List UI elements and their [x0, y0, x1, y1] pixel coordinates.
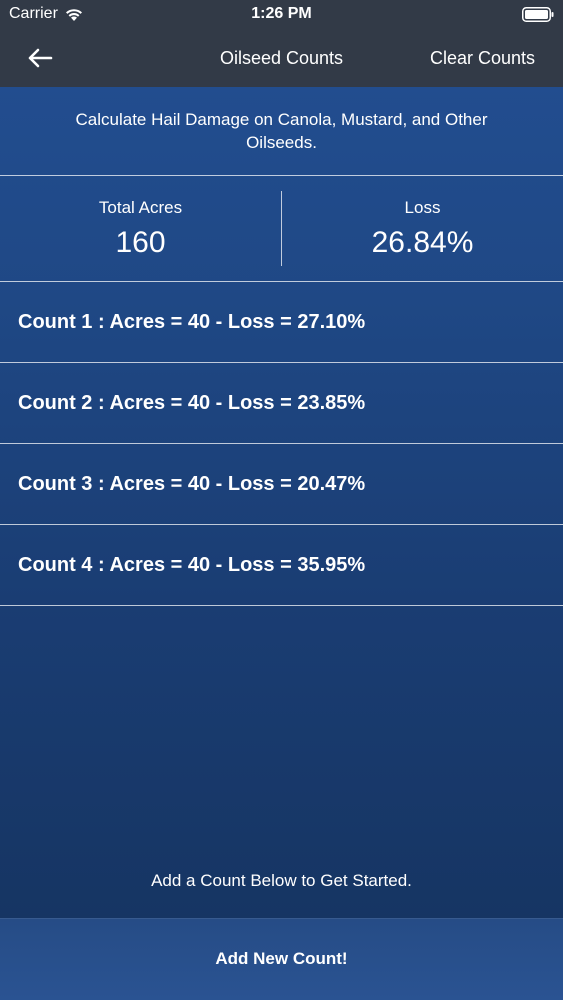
count-row-3[interactable]: Count 3 : Acres = 40 - Loss = 20.47% [0, 444, 563, 525]
navigation-bar: Oilseed Counts Clear Counts [0, 30, 563, 87]
count-row-1[interactable]: Count 1 : Acres = 40 - Loss = 27.10% [0, 282, 563, 363]
count-row-label: Count 3 : Acres = 40 - Loss = 20.47% [18, 472, 366, 495]
back-button[interactable] [24, 42, 56, 74]
total-acres-summary: Total Acres 160 [0, 176, 281, 281]
count-row-4[interactable]: Count 4 : Acres = 40 - Loss = 35.95% [0, 525, 563, 606]
loss-label: Loss [404, 198, 441, 217]
count-row-2[interactable]: Count 2 : Acres = 40 - Loss = 23.85% [0, 363, 563, 444]
battery-icon [522, 7, 554, 22]
status-time: 1:26 PM [251, 5, 312, 22]
add-new-count-button[interactable]: Add New Count! [0, 918, 563, 1000]
status-bar: Carrier 1:26 PM [0, 0, 563, 30]
empty-hint: Add a Count Below to Get Started. [151, 871, 412, 890]
loss-summary: Loss 26.84% [282, 176, 563, 281]
intro-text: Calculate Hail Damage on Canola, Mustard… [75, 110, 488, 152]
oilseed-counts-screen: Carrier 1:26 PM Oilseed Counts Clear Cou… [0, 0, 563, 1000]
top-bar: Carrier 1:26 PM Oilseed Counts Clear Cou… [0, 0, 563, 87]
clear-counts-button[interactable]: Clear Counts [430, 48, 535, 69]
count-row-label: Count 1 : Acres = 40 - Loss = 27.10% [18, 310, 366, 333]
arrow-left-icon [28, 48, 53, 68]
count-list: Count 1 : Acres = 40 - Loss = 27.10% Cou… [0, 282, 563, 606]
count-row-label: Count 2 : Acres = 40 - Loss = 23.85% [18, 391, 366, 414]
total-acres-value: 160 [115, 226, 166, 259]
intro-section: Calculate Hail Damage on Canola, Mustard… [0, 87, 563, 175]
total-acres-label: Total Acres [98, 198, 183, 217]
summary-panel: Total Acres 160 Loss 26.84% [0, 176, 563, 281]
loss-value: 26.84% [371, 226, 474, 259]
count-row-label: Count 4 : Acres = 40 - Loss = 35.95% [18, 553, 366, 576]
